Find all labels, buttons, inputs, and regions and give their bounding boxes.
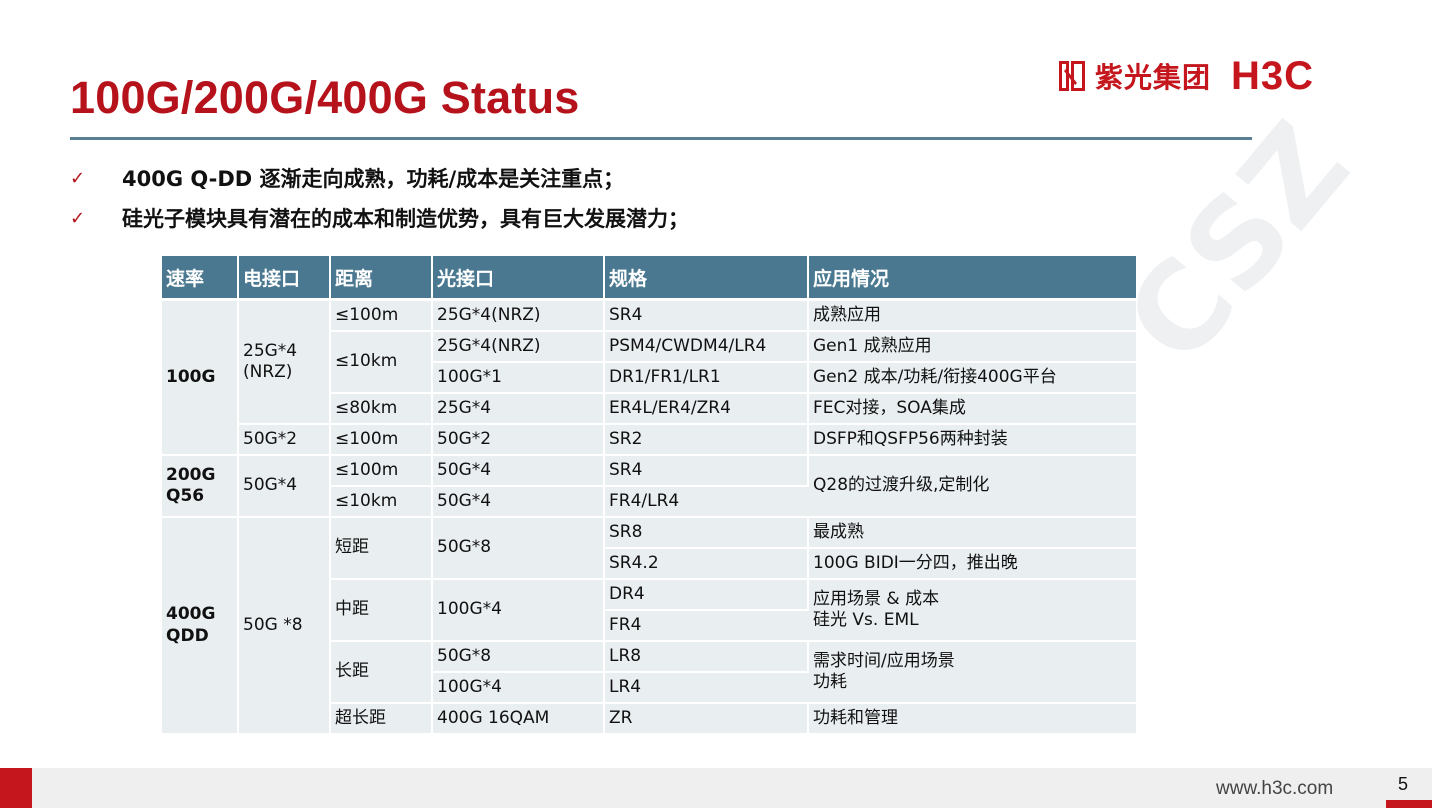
header-rate: 速率 <box>162 256 239 301</box>
table-row: 50G*2 ≤100m 50G*2 SR2 DSFP和QSFP56两种封装 <box>162 424 1136 456</box>
application-cell: 功耗和管理 <box>808 703 1136 735</box>
company-logo: 紫光集团 H3C <box>1057 53 1314 99</box>
distance-cell: ≤10km <box>330 331 433 394</box>
optical-cell: 25G*4(NRZ) <box>432 299 605 332</box>
optical-cell: 50G*4 <box>432 486 605 518</box>
page-number: 5 <box>1398 774 1409 794</box>
application-cell: 成熟应用 <box>808 299 1136 332</box>
slide-title: 100G/200G/400G Status <box>70 72 580 123</box>
spec-cell: ER4L/ER4/ZR4 <box>604 393 809 425</box>
bullet-text: 400G Q-DD 逐渐走向成熟，功耗/成本是关注重点； <box>122 167 625 191</box>
optical-cell: 50G*2 <box>432 424 605 456</box>
spec-cell: SR4 <box>604 455 809 487</box>
distance-cell: ≤10km <box>330 486 433 518</box>
cell-line: (NRZ) <box>243 362 293 382</box>
rate-cell: 400G QDD <box>162 517 239 735</box>
application-cell: 需求时间/应用场景 功耗 <box>808 641 1136 704</box>
cell-line: 200G <box>166 464 216 485</box>
spec-cell: FR4/LR4 <box>604 486 808 518</box>
spec-cell: LR4 <box>604 672 808 704</box>
bullet-item: ✓ 硅光子模块具有潜在的成本和制造优势，具有巨大发展潜力； <box>70 198 689 238</box>
optical-cell: 100G*1 <box>432 362 605 394</box>
optical-cell: 25G*4(NRZ) <box>432 331 605 363</box>
electrical-cell: 50G*4 <box>238 455 331 518</box>
spec-cell: FR4 <box>604 610 808 642</box>
application-cell: 100G BIDI一分四，推出晚 <box>808 548 1136 580</box>
application-cell: Gen2 成本/功耗/衔接400G平台 <box>808 362 1136 394</box>
optical-cell: 50G*8 <box>432 641 605 673</box>
bullet-list: ✓ 400G Q-DD 逐渐走向成熟，功耗/成本是关注重点； ✓ 硅光子模块具有… <box>70 158 689 238</box>
distance-cell: 中距 <box>330 579 433 642</box>
rate-cell: 200G Q56 <box>162 455 239 518</box>
distance-cell: ≤100m <box>330 455 433 487</box>
optical-cell: 100G*4 <box>432 579 605 642</box>
spec-cell: SR2 <box>604 424 809 456</box>
optical-cell: 100G*4 <box>432 672 605 704</box>
title-divider <box>70 137 1252 140</box>
spec-cell: LR8 <box>604 641 809 673</box>
spec-cell: SR4 <box>604 299 809 332</box>
electrical-cell: 25G*4 (NRZ) <box>238 299 331 425</box>
table-row: 400G QDD 50G *8 短距 50G*8 SR8 最成熟 <box>162 517 1136 735</box>
electrical-cell: 50G*2 <box>238 424 331 456</box>
spec-cell: PSM4/CWDM4/LR4 <box>604 331 809 363</box>
logo-cn-text: 紫光集团 <box>1095 61 1212 94</box>
bullet-item: ✓ 400G Q-DD 逐渐走向成熟，功耗/成本是关注重点； <box>70 158 689 198</box>
cell-line: 硅光 Vs. EML <box>813 610 919 630</box>
cell-line: Q56 <box>166 486 205 506</box>
cell-line: 需求时间/应用场景 <box>813 650 955 671</box>
distance-cell: ≤100m <box>330 424 433 456</box>
distance-cell: 超长距 <box>330 703 433 735</box>
footer-url[interactable]: www.h3c.com <box>1216 778 1333 800</box>
header-application: 应用情况 <box>808 256 1136 301</box>
header-optical: 光接口 <box>432 256 605 301</box>
rate-cell: 100G <box>162 299 239 456</box>
cell-line: 400G <box>166 604 216 625</box>
bullet-text: 硅光子模块具有潜在的成本和制造优势，具有巨大发展潜力； <box>122 207 689 231</box>
spec-cell: ZR <box>604 703 809 735</box>
optical-cell: 50G*8 <box>432 517 605 580</box>
table-row: 200G Q56 50G*4 ≤100m 50G*4 SR4 Q28的过渡升级,定… <box>162 455 1136 518</box>
checkmark-icon: ✓ <box>70 167 86 189</box>
distance-cell: ≤100m <box>330 299 433 332</box>
distance-cell: 短距 <box>330 517 433 580</box>
application-cell: DSFP和QSFP56两种封装 <box>808 424 1136 456</box>
footer-accent <box>0 768 32 808</box>
distance-cell: 长距 <box>330 641 433 704</box>
checkmark-icon: ✓ <box>70 207 86 229</box>
electrical-cell: 50G *8 <box>238 517 331 735</box>
application-cell: Gen1 成熟应用 <box>808 331 1136 363</box>
cell-line: 功耗 <box>813 672 847 692</box>
logo-mark-icon <box>1059 61 1085 91</box>
application-cell: 最成熟 <box>808 517 1136 549</box>
table-row: 100G 25G*4 (NRZ) ≤100m 25G*4(NRZ) SR4 成熟应… <box>162 299 1136 456</box>
spec-table: 速率 电接口 距离 光接口 规格 应用情况 100G 25G*4 (NRZ) ≤1… <box>162 256 1136 735</box>
header-electrical: 电接口 <box>238 256 331 301</box>
watermark: CSZ <box>1100 97 1377 390</box>
spec-cell: SR8 <box>604 517 809 549</box>
application-cell: 应用场景 & 成本 硅光 Vs. EML <box>808 579 1136 642</box>
header-spec: 规格 <box>604 256 809 301</box>
header-distance: 距离 <box>330 256 433 301</box>
page-number-underline <box>1386 800 1432 808</box>
cell-line: QDD <box>166 625 209 646</box>
optical-cell: 50G*4 <box>432 455 605 487</box>
optical-cell: 400G 16QAM <box>432 703 605 735</box>
optical-cell: 25G*4 <box>432 393 605 425</box>
logo-h3c-text: H3C <box>1231 53 1315 98</box>
cell-line: 应用场景 & 成本 <box>813 588 940 609</box>
spec-cell: DR1/FR1/LR1 <box>604 362 809 394</box>
distance-cell: ≤80km <box>330 393 433 425</box>
table-header-row: 速率 电接口 距离 光接口 规格 应用情况 <box>162 256 1136 301</box>
spec-cell: DR4 <box>604 579 809 611</box>
cell-line: 25G*4 <box>243 340 298 361</box>
application-cell: FEC对接，SOA集成 <box>808 393 1136 425</box>
application-cell: Q28的过渡升级,定制化 <box>808 455 1136 518</box>
spec-cell: SR4.2 <box>604 548 809 580</box>
